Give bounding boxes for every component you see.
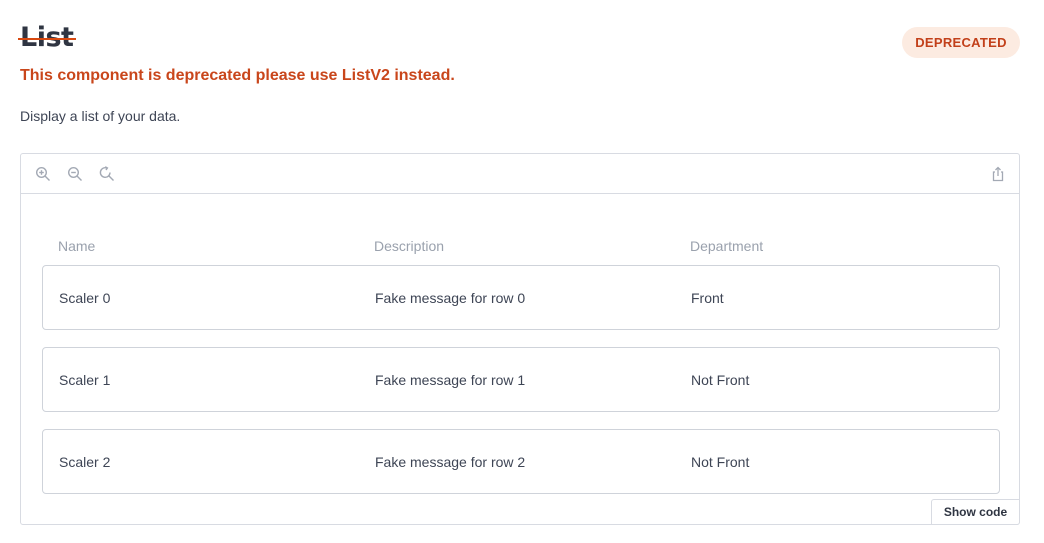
list-row[interactable]: Scaler 1 Fake message for row 1 Not Fron…: [42, 347, 1000, 412]
show-code-button[interactable]: Show code: [931, 499, 1020, 525]
column-header-description: Description: [374, 238, 445, 254]
column-header-name: Name: [58, 238, 96, 254]
strikethrough-line: [18, 38, 77, 40]
row-name: Scaler 1: [59, 372, 111, 388]
page-title: List: [18, 22, 77, 53]
row-department: Not Front: [691, 454, 750, 470]
row-name: Scaler 2: [59, 454, 111, 470]
row-department: Not Front: [691, 372, 750, 388]
deprecated-badge: DEPRECATED: [902, 27, 1020, 58]
reset-zoom-icon[interactable]: [98, 165, 116, 183]
row-description: Fake message for row 2: [375, 454, 526, 470]
row-department: Front: [691, 290, 724, 306]
row-name: Scaler 0: [59, 290, 111, 306]
row-description: Fake message for row 1: [375, 372, 526, 388]
list-row[interactable]: Scaler 2 Fake message for row 2 Not Fron…: [42, 429, 1000, 494]
row-description: Fake message for row 0: [375, 290, 526, 306]
zoom-in-icon[interactable]: [34, 165, 52, 183]
story-preview-panel: Name Description Department Scaler 0 Fak…: [20, 153, 1020, 525]
list-row[interactable]: Scaler 0 Fake message for row 0 Front: [42, 265, 1000, 330]
column-header-department: Department: [690, 238, 764, 254]
preview-toolbar: [21, 154, 1019, 194]
deprecation-warning: This component is deprecated please use …: [20, 67, 455, 84]
component-description: Display a list of your data.: [20, 108, 181, 124]
share-icon[interactable]: [989, 165, 1007, 183]
zoom-out-icon[interactable]: [66, 165, 84, 183]
